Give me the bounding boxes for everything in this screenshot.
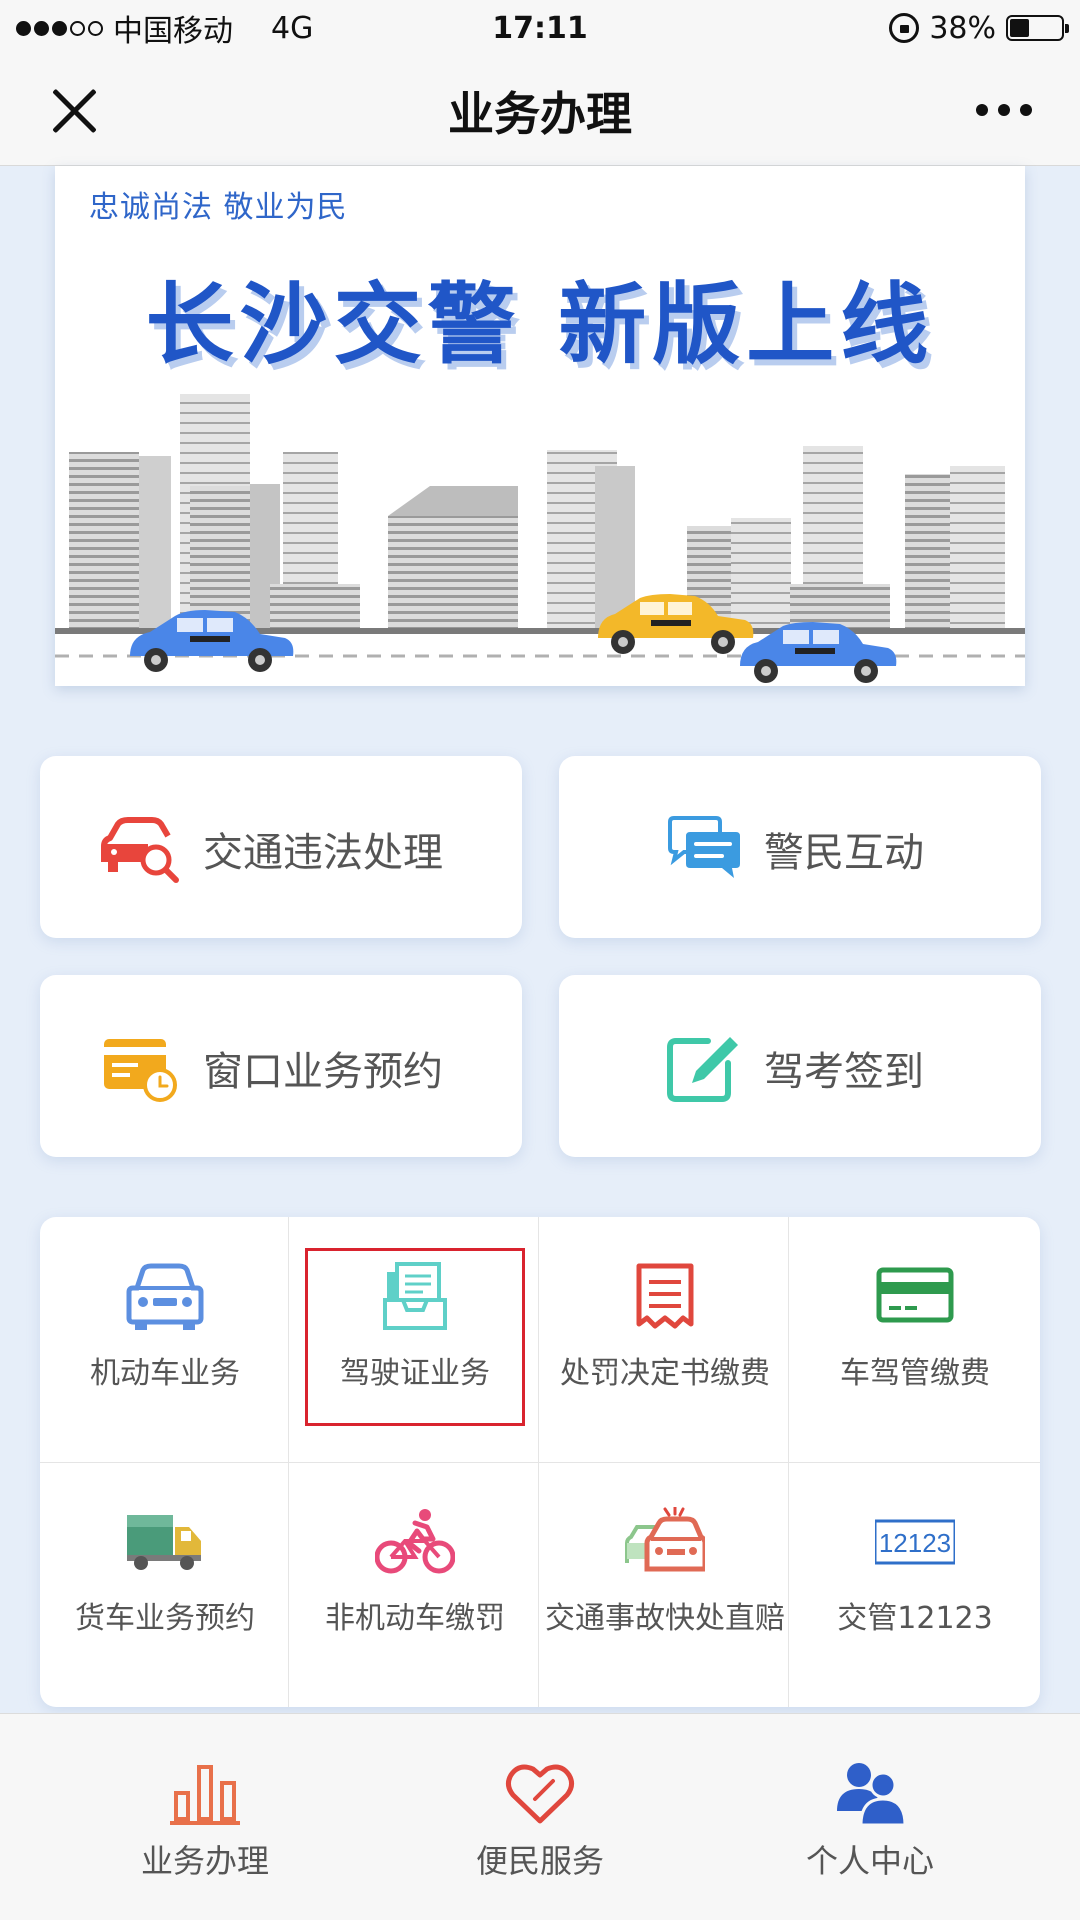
card-label: 交通违法处理: [203, 830, 443, 876]
car-icon: [126, 1263, 204, 1330]
banner[interactable]: 忠诚尚法 敬业为民 长沙交警 新版上线: [55, 166, 1025, 686]
service-label: 交通事故快处直赔: [545, 1601, 785, 1636]
card-traffic-violation[interactable]: 交通违法处理: [40, 756, 522, 938]
chat-bubbles-icon: [668, 816, 740, 878]
battery-level: [1010, 19, 1029, 37]
status-right: 38%: [889, 10, 1069, 46]
heart-tag-icon: [505, 1764, 575, 1824]
service-label: 交管12123: [837, 1601, 993, 1636]
service-label: 车驾管缴费: [840, 1356, 990, 1391]
page-title: 业务办理: [448, 87, 632, 141]
battery-percent: 38%: [929, 10, 996, 46]
badge-12123-icon: 12123: [875, 1519, 955, 1565]
service-non-motor-fine[interactable]: 非机动车缴罚: [290, 1462, 540, 1707]
service-label: 驾驶证业务: [340, 1356, 490, 1391]
bank-card-icon: [876, 1267, 954, 1323]
tab-convenience[interactable]: 便民服务: [375, 1714, 705, 1920]
bicycle-icon: [375, 1509, 455, 1574]
status-bar: 中国移动 4G 17:11 38%: [0, 0, 1080, 56]
card-window-appointment[interactable]: 窗口业务预约: [40, 975, 522, 1157]
truck-icon: [127, 1515, 201, 1570]
service-driver-license[interactable]: 驾驶证业务: [290, 1217, 540, 1462]
card-police-interaction[interactable]: 警民互动: [559, 756, 1041, 938]
service-accident-quick-claim[interactable]: 交通事故快处直赔: [540, 1462, 790, 1707]
tab-label: 个人中心: [805, 1842, 934, 1880]
car-crash-icon: [625, 1507, 705, 1572]
service-label: 货车业务预约: [75, 1601, 255, 1636]
tab-business[interactable]: 业务办理: [40, 1714, 370, 1920]
banner-slogan: 忠诚尚法 敬业为民: [89, 190, 348, 225]
service-label: 处罚决定书缴费: [560, 1356, 770, 1391]
service-motor-vehicle[interactable]: 机动车业务: [40, 1217, 290, 1462]
rotation-lock-icon: [889, 13, 920, 43]
battery-icon: [1006, 15, 1069, 41]
receipt-icon: [636, 1263, 694, 1329]
badge-12123-text: 12123: [879, 1528, 951, 1558]
tab-bar: 业务办理 便民服务 个人中心: [0, 1713, 1080, 1920]
nav-bar: 业务办理: [0, 56, 1080, 166]
service-vehicle-admin-payment[interactable]: 车驾管缴费: [790, 1217, 1040, 1462]
card-exam-checkin[interactable]: 驾考签到: [559, 975, 1041, 1157]
bar-chart-icon: [170, 1765, 240, 1825]
service-label: 机动车业务: [90, 1356, 240, 1391]
more-icon[interactable]: [976, 104, 1032, 116]
service-grid: 机动车业务 驾驶证业务 处罚决定书缴费 车驾管缴费 货车业务预约 非机动车缴罚 …: [40, 1217, 1040, 1707]
license-doc-icon: [383, 1262, 447, 1330]
users-icon: [837, 1763, 905, 1827]
tab-label: 便民服务: [475, 1842, 604, 1880]
edit-icon: [667, 1037, 738, 1102]
tab-personal[interactable]: 个人中心: [705, 1714, 1035, 1920]
service-penalty-payment[interactable]: 处罚决定书缴费: [540, 1217, 790, 1462]
service-12123[interactable]: 12123 交管12123: [790, 1462, 1040, 1707]
tab-label: 业务办理: [140, 1842, 269, 1880]
service-truck-appointment[interactable]: 货车业务预约: [40, 1462, 290, 1707]
banner-headline: 长沙交警 新版上线: [145, 273, 935, 376]
city-skyline-illustration: [55, 394, 1025, 683]
appointment-card-icon: [104, 1039, 177, 1102]
car-search-icon: [101, 817, 179, 883]
card-label: 驾考签到: [764, 1049, 924, 1095]
card-label: 窗口业务预约: [203, 1049, 443, 1095]
card-label: 警民互动: [764, 830, 924, 876]
service-label: 非机动车缴罚: [325, 1601, 505, 1636]
